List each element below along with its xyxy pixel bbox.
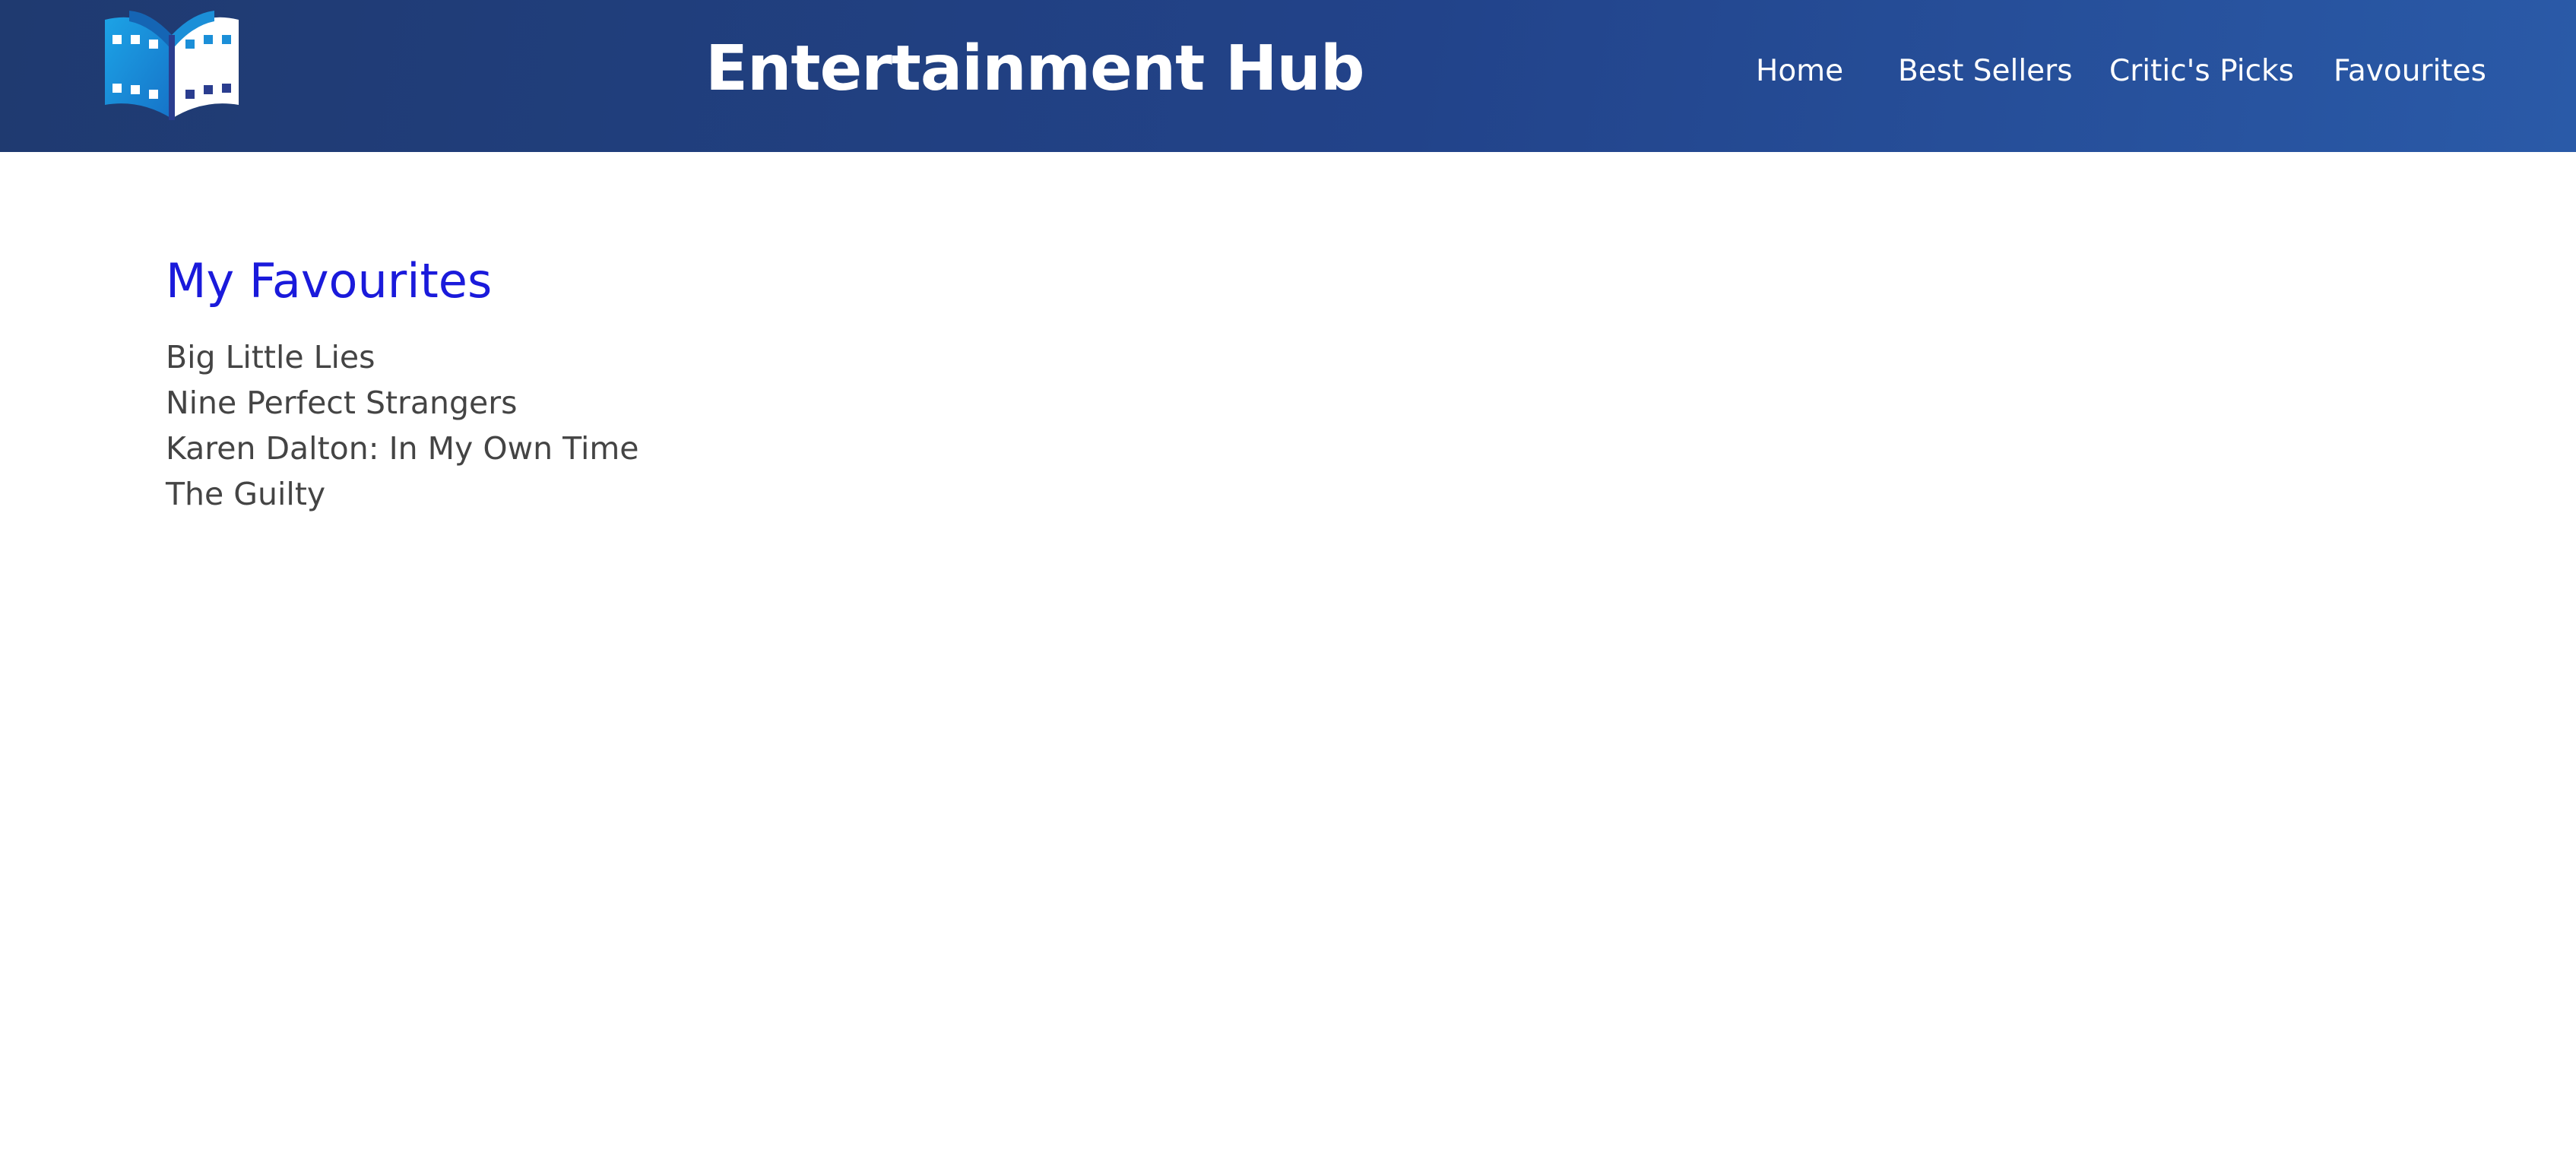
site-header: Entertainment Hub Home Best Sellers Crit… xyxy=(0,0,2576,152)
list-item: Big Little Lies xyxy=(166,339,375,375)
favourites-list: Big Little Lies Nine Perfect Strangers K… xyxy=(166,334,639,517)
list-item: The Guilty xyxy=(166,476,326,512)
list-item: Nine Perfect Strangers xyxy=(166,385,518,421)
nav-critics-picks[interactable]: Critic's Picks xyxy=(2109,44,2294,99)
nav-favourites[interactable]: Favourites xyxy=(2334,44,2486,99)
nav-home[interactable]: Home xyxy=(1756,44,1843,99)
list-item: Karen Dalton: In My Own Time xyxy=(166,430,639,467)
nav-best-sellers[interactable]: Best Sellers xyxy=(1898,44,2073,99)
site-title: Entertainment Hub xyxy=(705,33,1365,105)
book-film-logo-icon[interactable] xyxy=(102,5,242,122)
page-title: My Favourites xyxy=(166,253,493,309)
